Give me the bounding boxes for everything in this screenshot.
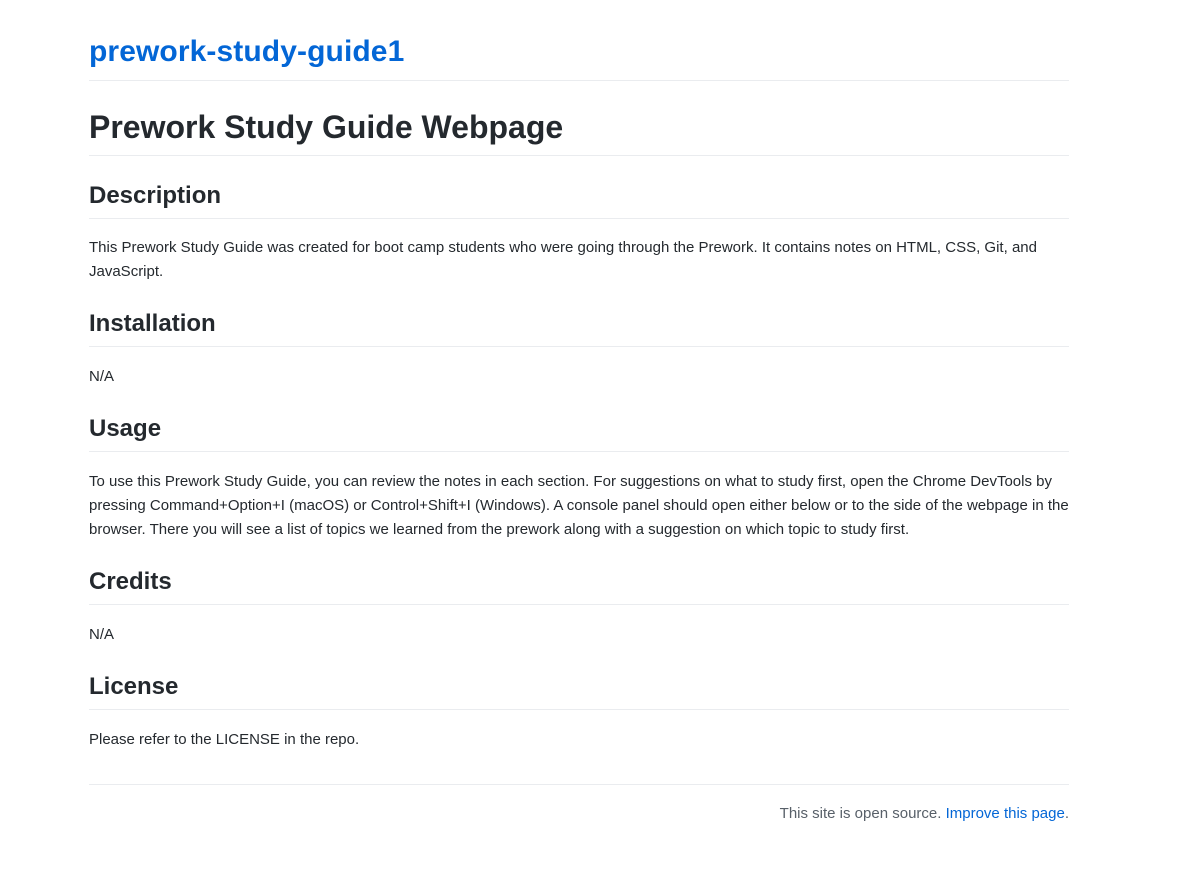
page-title: Prework Study Guide Webpage <box>89 107 1069 156</box>
site-footer: This site is open source. Improve this p… <box>89 784 1069 826</box>
credits-text: N/A <box>89 626 115 643</box>
footer-period: . <box>1064 805 1069 822</box>
improve-page-link[interactable]: Improve this page <box>946 805 1065 822</box>
usage-text: To use this Prework Study Guide, you can… <box>89 473 1069 538</box>
installation-heading: Installation <box>89 309 1069 347</box>
credits-heading: Credits <box>89 567 1069 605</box>
page-container: prework-study-guide1 Prework Study Guide… <box>89 30 1069 826</box>
license-heading: License <box>89 672 1069 710</box>
main-content: Prework Study Guide Webpage Description … <box>89 107 1069 752</box>
license-text: Please refer to the LICENSE in the repo. <box>89 731 360 748</box>
footer-text: This site is open source. <box>779 805 946 822</box>
site-title-link[interactable]: prework-study-guide1 <box>89 30 404 74</box>
usage-heading: Usage <box>89 414 1069 452</box>
site-header: prework-study-guide1 <box>89 30 1069 81</box>
installation-text: N/A <box>89 368 115 385</box>
description-text: This Prework Study Guide was created for… <box>89 239 1037 280</box>
description-heading: Description <box>89 181 1069 219</box>
